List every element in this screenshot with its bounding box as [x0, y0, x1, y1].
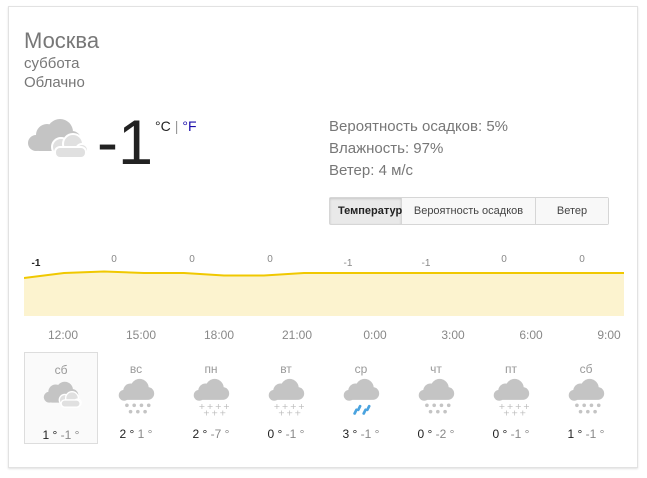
- light-snow-icon: + + + ++ + +: [193, 378, 230, 417]
- day-name: суббота: [24, 55, 80, 72]
- temperature-label: 0: [501, 254, 507, 265]
- forecast-high: 2 °: [192, 427, 208, 441]
- forecast-low: -1 °: [282, 427, 305, 441]
- forecast-strip: сб 1 ° -1 ° вс 2 ° 1 ° пн + + + + + + +2 ° -7 ° в…: [24, 352, 624, 444]
- weather-details: Вероятность осадков: 5% Влажность: 97% В…: [329, 116, 508, 182]
- svg-text:+: +: [278, 407, 285, 417]
- forecast-low: -2 °: [432, 427, 455, 441]
- forecast-day-3[interactable]: вт + + + + + + + 0 ° -1 °: [249, 352, 323, 444]
- forecast-temps: 1 ° -1 °: [549, 427, 623, 441]
- snow-icon: [568, 378, 605, 414]
- temperature-area: [24, 271, 624, 316]
- location-title: Москва: [24, 28, 100, 53]
- forecast-low: -1 °: [57, 428, 80, 442]
- temperature-label: -1: [344, 258, 353, 269]
- unit-separator: |: [174, 118, 179, 134]
- cloudy-icon: [28, 119, 89, 159]
- time-tick-label: 18:00: [203, 328, 235, 342]
- time-tick-label: 6:00: [519, 328, 543, 342]
- light-snow-icon: + + + ++ + +: [493, 378, 530, 417]
- temperature-label: -1: [422, 258, 431, 269]
- cloudy-icon: [43, 381, 82, 408]
- forecast-temps: 0 ° -1 °: [474, 427, 548, 441]
- temperature-label: 0: [111, 254, 117, 265]
- fahrenheit-link[interactable]: °F: [182, 118, 196, 134]
- time-tick-label: 0:00: [363, 328, 387, 342]
- tab-precipitation[interactable]: Вероятность осадков: [402, 198, 536, 224]
- light-snow-icon: + + + ++ + +: [268, 378, 305, 417]
- snow-icon: [118, 378, 155, 414]
- forecast-day-name: ср: [354, 362, 368, 376]
- svg-text:+: +: [294, 407, 301, 417]
- forecast-temps: 2 ° -7 °: [174, 427, 248, 441]
- chart-tabs: Температура Вероятность осадков Ветер: [329, 197, 609, 225]
- forecast-low: -1 °: [357, 427, 380, 441]
- tab-wind[interactable]: Ветер: [536, 198, 608, 224]
- forecast-day-name: вт: [280, 362, 292, 376]
- wind-speed: Ветер: 4 м/с: [329, 162, 414, 179]
- forecast-day-2[interactable]: пн + + + + + + + 2 ° -7 °: [174, 352, 248, 444]
- temperature-label: 0: [579, 254, 585, 265]
- rain-icon: [343, 378, 380, 415]
- celsius-unit[interactable]: °C: [155, 118, 171, 134]
- forecast-day-4[interactable]: ср 3 ° -1 °: [324, 352, 398, 444]
- forecast-high: 3 °: [342, 427, 358, 441]
- svg-text:+: +: [211, 407, 218, 417]
- time-tick-label: 15:00: [125, 328, 157, 342]
- forecast-high: 1 °: [42, 428, 58, 442]
- forecast-day-name: пн: [204, 362, 218, 376]
- forecast-day-1[interactable]: вс 2 ° 1 °: [99, 352, 173, 444]
- svg-text:+: +: [519, 407, 526, 417]
- time-tick-label: 3:00: [441, 328, 465, 342]
- forecast-day-5[interactable]: чт 0 ° -2 °: [399, 352, 473, 444]
- forecast-temps: 0 ° -2 °: [399, 427, 473, 441]
- forecast-high: 1 °: [567, 427, 583, 441]
- temperature-label: 0: [189, 254, 195, 265]
- forecast-temps: 0 ° -1 °: [249, 427, 323, 441]
- tab-temperature[interactable]: Температура: [330, 198, 408, 224]
- forecast-day-6[interactable]: пт + + + + + + + 0 ° -1 °: [474, 352, 548, 444]
- forecast-temps: 2 ° 1 °: [99, 427, 173, 441]
- forecast-temps: 1 ° -1 °: [25, 428, 97, 442]
- temperature-chart[interactable]: -1 0 0 0 -1 -1 0 0: [24, 248, 624, 323]
- svg-text:+: +: [511, 407, 518, 417]
- forecast-low: -1 °: [582, 427, 605, 441]
- forecast-day-name: пт: [505, 362, 517, 376]
- forecast-temps: 3 ° -1 °: [324, 427, 398, 441]
- forecast-day-0[interactable]: сб 1 ° -1 °: [24, 352, 98, 444]
- time-tick-label: 21:00: [281, 328, 313, 342]
- temperature-label: -1: [32, 258, 41, 269]
- forecast-low: -1 °: [507, 427, 530, 441]
- forecast-high: 0 °: [267, 427, 283, 441]
- svg-text:+: +: [503, 407, 510, 417]
- forecast-low: 1 °: [134, 427, 153, 441]
- humidity: Влажность: 97%: [329, 140, 444, 157]
- forecast-day-name: сб: [579, 362, 593, 376]
- forecast-day-name: сб: [54, 363, 68, 377]
- forecast-high: 2 °: [119, 427, 135, 441]
- svg-text:+: +: [203, 407, 210, 417]
- svg-text:+: +: [286, 407, 293, 417]
- forecast-day-7[interactable]: сб 1 ° -1 °: [549, 352, 623, 444]
- forecast-day-name: вс: [129, 362, 143, 376]
- forecast-high: 0 °: [417, 427, 433, 441]
- unit-switcher: °C | °F: [155, 118, 197, 134]
- time-tick-label: 12:00: [47, 328, 79, 342]
- forecast-high: 0 °: [492, 427, 508, 441]
- snow-icon: [418, 378, 455, 414]
- time-tick-label: 9:00: [597, 328, 621, 342]
- precipitation-probability: Вероятность осадков: 5%: [329, 118, 508, 135]
- forecast-day-name: чт: [430, 362, 442, 376]
- temperature-label: 0: [267, 254, 273, 265]
- weather-condition: Облачно: [24, 74, 85, 91]
- forecast-low: -7 °: [207, 427, 230, 441]
- current-temperature: -1: [97, 108, 154, 178]
- svg-text:+: +: [219, 407, 226, 417]
- time-axis: 12:00 15:00 18:00 21:00 0:00 3:00 6:00 9:00: [24, 328, 624, 344]
